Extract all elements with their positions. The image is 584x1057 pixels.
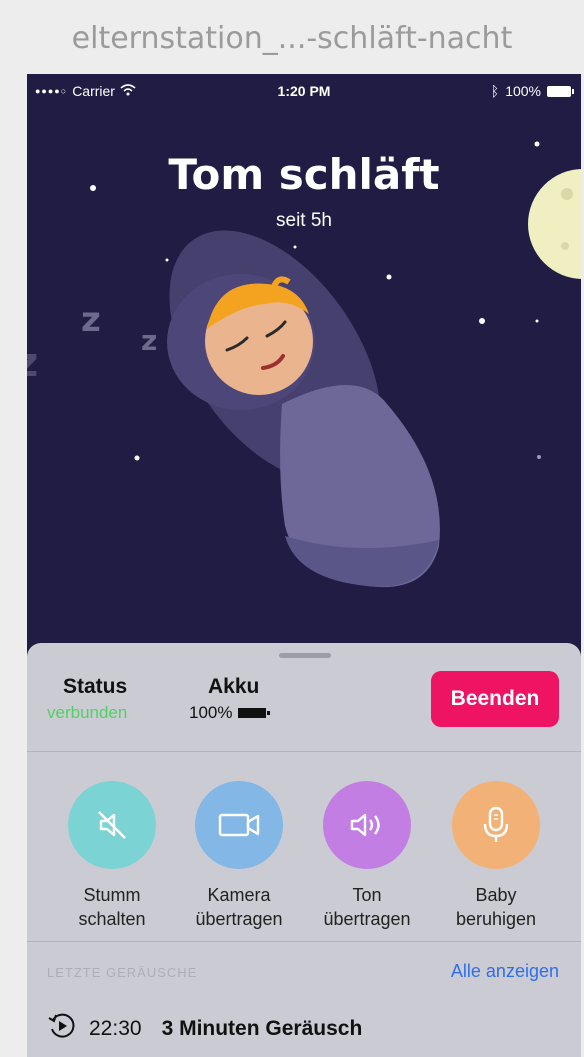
- drag-handle[interactable]: [279, 653, 331, 658]
- sound-time: 22:30: [89, 1017, 142, 1040]
- status-label: Status: [63, 675, 128, 698]
- battery-percent: 100%: [505, 83, 541, 99]
- star: [293, 245, 297, 249]
- camera-button[interactable]: Kamera übertragen: [179, 781, 299, 931]
- speaker-label-1: Ton: [352, 885, 382, 905]
- soothe-baby-button[interactable]: Baby beruhigen: [436, 781, 556, 931]
- mute-label-1: Stumm: [83, 885, 141, 905]
- sleep-letter: z: [27, 340, 38, 386]
- star: [534, 141, 540, 147]
- baby-status-title: Tom schläft: [168, 150, 440, 199]
- star: [479, 318, 485, 324]
- camera-label-2: übertragen: [195, 909, 283, 929]
- battery-icon: [238, 708, 271, 718]
- star: [386, 274, 392, 280]
- sleep-letter: z: [141, 324, 158, 357]
- play-icon[interactable]: [47, 1011, 77, 1047]
- app-screen: z z z ●●●●○ Carrier 1:20 PM ᛒ 100% Tom s…: [27, 74, 581, 1057]
- mute-label-2: schalten: [78, 909, 146, 929]
- end-button[interactable]: Beenden: [431, 671, 559, 727]
- control-panel: Status verbunden Akku 100% Beenden Stumm…: [27, 643, 581, 1057]
- sleeping-baby-illustration: [167, 230, 440, 588]
- ios-status-bar: ●●●●○ Carrier 1:20 PM ᛒ 100%: [27, 74, 581, 110]
- battery-status: 100%: [189, 703, 271, 723]
- sleep-letter: z: [81, 300, 101, 340]
- speaker-label-2: übertragen: [323, 909, 411, 929]
- sleep-duration: seit 5h: [276, 210, 332, 231]
- connection-status: verbunden: [47, 703, 128, 722]
- star: [535, 319, 539, 323]
- battery-label: Akku: [208, 675, 260, 698]
- star: [165, 258, 169, 262]
- file-title: elternstation_...-schläft-nacht: [71, 21, 513, 56]
- show-all-link[interactable]: Alle anzeigen: [451, 961, 559, 982]
- star: [537, 455, 541, 459]
- soothe-label-2: beruhigen: [455, 909, 537, 929]
- battery-value: 100%: [189, 703, 233, 722]
- mute-button[interactable]: Stumm schalten: [52, 781, 172, 931]
- camera-label-1: Kamera: [207, 885, 271, 905]
- speaker-icon: [323, 781, 411, 869]
- soothe-label-1: Baby: [475, 885, 517, 905]
- sound-description: 3 Minuten Geräusch: [161, 1017, 363, 1040]
- recent-sounds-heading: LETZTE GERÄUSCHE: [47, 965, 198, 980]
- divider: [27, 751, 581, 752]
- bluetooth-icon: ᛒ: [490, 83, 500, 99]
- speaker-button[interactable]: Ton übertragen: [307, 781, 427, 931]
- battery-icon: [547, 85, 574, 97]
- microphone-icon: [452, 781, 540, 869]
- star: [134, 455, 140, 461]
- camera-icon: [195, 781, 283, 869]
- mute-icon: [68, 781, 156, 869]
- list-item[interactable]: 22:30 3 Minuten Geräusch: [47, 1011, 362, 1047]
- divider: [27, 941, 581, 942]
